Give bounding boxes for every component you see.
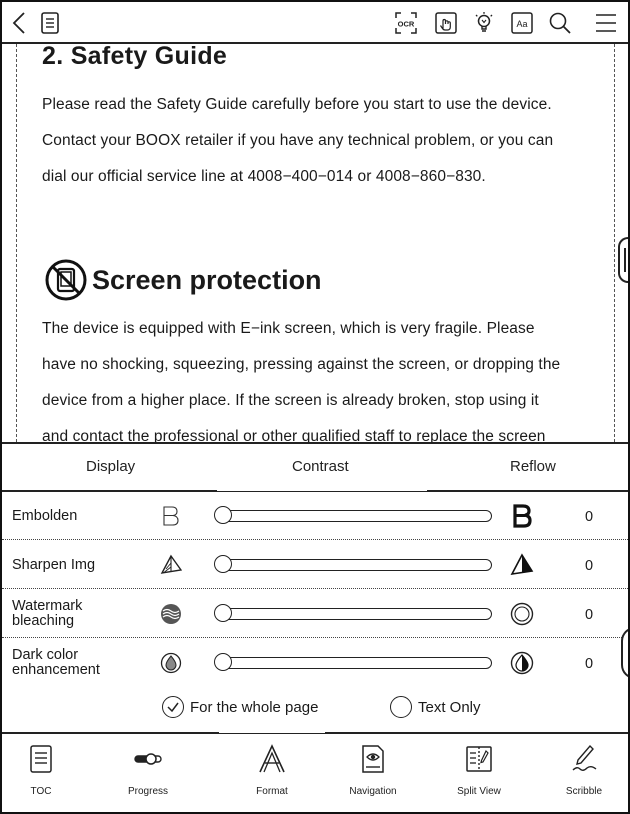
- ocr-label: OCR: [398, 20, 415, 29]
- sharpen-slider-knob[interactable]: [214, 555, 232, 573]
- watermark-label: Watermark bleaching: [12, 598, 83, 629]
- check-circle-icon: [162, 696, 184, 718]
- format-settings-panel: Display Contrast Reflow Embolden 0 Sharp…: [2, 442, 628, 812]
- font-icon[interactable]: Aa: [510, 11, 534, 35]
- paragraph-line: have no shocking, squeezing, pressing ag…: [42, 356, 561, 373]
- side-drawer-handle[interactable]: [618, 237, 628, 283]
- nav-split-view[interactable]: Split View: [434, 742, 524, 797]
- paragraph-line: dial our official service line at 4008−4…: [42, 168, 486, 185]
- sharpen-value: 0: [585, 558, 594, 574]
- watermark-slider[interactable]: [214, 604, 492, 622]
- split-view-icon: [466, 746, 492, 772]
- section-title: Screen protection: [92, 264, 322, 295]
- tab-display[interactable]: Display: [86, 458, 135, 475]
- reading-area[interactable]: 2. Safety Guide Please read the Safety G…: [2, 44, 628, 442]
- nav-scribble[interactable]: Scribble: [539, 742, 628, 797]
- active-tab-indicator: [217, 488, 427, 491]
- nav-toc[interactable]: TOC: [2, 742, 86, 797]
- watermark-bleached-icon: [510, 602, 534, 626]
- sharpen-label: Sharpen Img: [12, 557, 96, 573]
- watermark-value: 0: [585, 607, 594, 623]
- nav-navigation-label: Navigation: [349, 786, 397, 797]
- watermark-icon: [161, 604, 181, 624]
- dark-color-slider-knob[interactable]: [214, 653, 232, 671]
- scope-options: For the whole page Text Only: [2, 688, 628, 728]
- embolden-light-icon: [163, 506, 179, 526]
- nav-toc-label: TOC: [30, 786, 52, 797]
- text-only-label: Text Only: [418, 698, 481, 716]
- back-icon[interactable]: [8, 11, 32, 35]
- right-margin-guide: [614, 44, 615, 442]
- nav-navigation[interactable]: Navigation: [328, 742, 418, 797]
- dark-color-light-icon: [160, 652, 182, 674]
- paragraph-line: Contact your BOOX retailer if you have a…: [42, 132, 554, 149]
- right-edge-handle[interactable]: [621, 627, 628, 679]
- menu-icon[interactable]: [594, 11, 618, 35]
- sharpen-row: Sharpen Img 0: [2, 541, 628, 589]
- page-heading: 2. Safety Guide: [42, 44, 228, 70]
- dark-color-value: 0: [585, 656, 594, 672]
- dark-color-row: Dark color enhancement 0: [2, 639, 628, 687]
- embolden-slider-knob[interactable]: [214, 506, 232, 524]
- font-label: Aa: [516, 19, 527, 29]
- navigation-icon: [362, 745, 384, 773]
- whole-page-label: For the whole page: [190, 698, 319, 716]
- watermark-slider-knob[interactable]: [214, 604, 232, 622]
- sharpen-light-icon: [160, 554, 182, 574]
- active-nav-indicator: [219, 731, 325, 733]
- watermark-row: Watermark bleaching 0: [2, 590, 628, 638]
- left-margin-guide: [16, 44, 17, 442]
- nav-format-label: Format: [256, 786, 288, 797]
- dark-color-slider[interactable]: [214, 653, 492, 671]
- dark-color-strong-icon: [510, 651, 534, 675]
- nav-format[interactable]: Format: [227, 742, 317, 797]
- sharpen-slider[interactable]: [214, 555, 492, 573]
- radio-empty-icon: [390, 696, 412, 718]
- nav-split-view-label: Split View: [457, 786, 501, 797]
- text-only-option[interactable]: Text Only: [390, 696, 481, 718]
- dark-color-label: Dark color enhancement: [12, 647, 100, 678]
- settings-tabs: Display Contrast Reflow: [2, 444, 628, 492]
- tab-reflow[interactable]: Reflow: [510, 458, 556, 475]
- embolden-bold-icon: [513, 504, 532, 528]
- bottom-navigation: TOC Progress Format Navigation Split Vie…: [2, 732, 628, 812]
- progress-icon: [134, 753, 162, 765]
- paragraph-line: and contact the professional or other qu…: [42, 428, 546, 442]
- section-heading: Screen protection: [44, 258, 322, 302]
- embolden-value: 0: [585, 509, 594, 525]
- tab-contrast[interactable]: Contrast: [292, 458, 349, 475]
- scribble-icon: [572, 744, 597, 771]
- whole-page-option[interactable]: For the whole page: [162, 696, 318, 718]
- embolden-row: Embolden 0: [2, 492, 628, 540]
- nav-progress[interactable]: Progress: [103, 742, 193, 797]
- paragraph-line: The device is equipped with E−ink screen…: [42, 320, 535, 337]
- sharpen-strong-icon: [510, 553, 534, 576]
- embolden-slider[interactable]: [214, 506, 492, 524]
- touch-icon[interactable]: [434, 11, 458, 35]
- paragraph-line: device from a higher place. If the scree…: [42, 392, 539, 409]
- paragraph-line: Please read the Safety Guide carefully b…: [42, 96, 552, 113]
- light-icon[interactable]: [472, 11, 496, 35]
- nav-progress-label: Progress: [127, 786, 168, 797]
- format-icon: [259, 744, 285, 773]
- screen-protection-icon: [45, 259, 87, 301]
- embolden-label: Embolden: [12, 508, 78, 524]
- nav-scribble-label: Scribble: [565, 786, 603, 797]
- ocr-icon[interactable]: OCR: [394, 11, 418, 35]
- toc-doc-icon[interactable]: [38, 11, 62, 35]
- reader-screen: OCR Aa 2. Safety Guide Please read the S…: [0, 0, 630, 814]
- toc-icon: [30, 745, 52, 773]
- top-toolbar: OCR Aa: [2, 2, 628, 44]
- search-icon[interactable]: [548, 11, 572, 35]
